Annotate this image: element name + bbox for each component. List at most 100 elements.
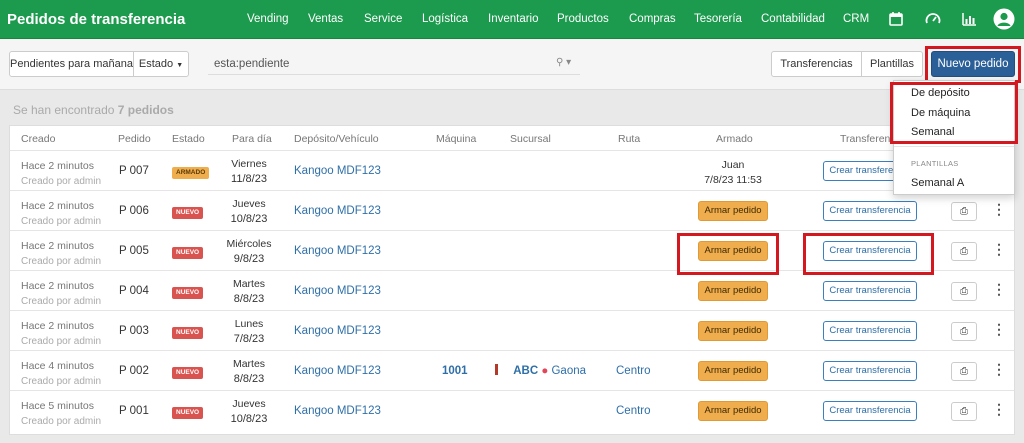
filter-pendientes-button[interactable]: Pendientes para mañana: [9, 51, 134, 77]
transferencias-button[interactable]: Transferencias: [771, 51, 862, 77]
more-options-icon[interactable]: ⋮: [992, 321, 1006, 338]
nav-item-vending[interactable]: Vending: [247, 13, 289, 25]
estado-label: Estado: [138, 58, 174, 70]
caret-down-icon: ▼: [176, 62, 184, 69]
col-header-armado[interactable]: Armado: [716, 133, 753, 145]
printer-icon: ⎙: [960, 326, 968, 337]
deposito-link[interactable]: Kangoo MDF123: [294, 325, 381, 337]
search-icon[interactable]: ⚲ ▾: [556, 57, 571, 68]
armar-pedido-button[interactable]: Armar pedido: [698, 321, 768, 341]
col-header-deposito[interactable]: Depósito/Vehículo: [294, 133, 379, 145]
print-button[interactable]: ⎙: [951, 362, 977, 381]
created-by: Creado por admin: [21, 216, 102, 227]
dia-name: Miércoles: [226, 238, 272, 250]
nav-item-ventas[interactable]: Ventas: [308, 13, 343, 25]
estado-dropdown-button[interactable]: Estado ▼: [133, 51, 189, 77]
sucursal-color-marker: [495, 364, 498, 375]
print-button[interactable]: ⎙: [951, 402, 977, 421]
ruta-link[interactable]: Centro: [616, 405, 651, 417]
more-options-icon[interactable]: ⋮: [992, 241, 1006, 258]
more-options-icon[interactable]: ⋮: [992, 361, 1006, 378]
col-header-ruta[interactable]: Ruta: [618, 133, 640, 145]
print-button[interactable]: ⎙: [951, 242, 977, 261]
crear-transferencia-button[interactable]: Crear transferencia: [823, 361, 917, 381]
table-row[interactable]: Hace 5 minutos Creado por admin P 001 NU…: [10, 390, 1014, 430]
user-avatar-icon[interactable]: [993, 8, 1015, 30]
deposito-link[interactable]: Kangoo MDF123: [294, 285, 381, 297]
created-time: Hace 2 minutos: [21, 280, 94, 292]
deposito-link[interactable]: Kangoo MDF123: [294, 245, 381, 257]
armar-pedido-button[interactable]: Armar pedido: [698, 401, 768, 421]
para-dia-cell: Jueves 10/8/23: [224, 197, 274, 227]
crear-transferencia-button[interactable]: Crear transferencia: [823, 241, 917, 261]
bar-chart-icon[interactable]: [960, 10, 978, 28]
menu-item-semanal[interactable]: Semanal: [911, 126, 954, 138]
ruta-link[interactable]: Centro: [616, 365, 651, 377]
nav-item-contabilidad[interactable]: Contabilidad: [761, 13, 825, 25]
nav-item-service[interactable]: Service: [364, 13, 402, 25]
table-row[interactable]: Hace 2 minutos Creado por admin P 006 NU…: [10, 190, 1014, 230]
plantillas-button[interactable]: Plantillas: [861, 51, 923, 77]
sucursal-cell[interactable]: ABC ● Gaona: [495, 364, 586, 377]
col-header-maquina[interactable]: Máquina: [436, 133, 476, 145]
dia-date: 10/8/23: [230, 413, 268, 425]
nav-item-productos[interactable]: Productos: [557, 13, 609, 25]
col-header-creado[interactable]: Creado: [21, 133, 55, 145]
armar-pedido-button[interactable]: Armar pedido: [698, 241, 768, 261]
menu-item-semanal-a[interactable]: Semanal A: [911, 177, 964, 189]
menu-item-de-deposito[interactable]: De depósito: [911, 87, 970, 99]
pedido-number: P 006: [119, 205, 149, 217]
nav-item-crm[interactable]: CRM: [843, 13, 869, 25]
results-count: 7 pedidos: [117, 103, 174, 117]
status-badge: NUEVO: [172, 287, 204, 299]
maquina-link[interactable]: 1001: [442, 365, 468, 377]
created-time: Hace 2 minutos: [21, 240, 94, 252]
deposito-link[interactable]: Kangoo MDF123: [294, 165, 381, 177]
calendar-icon[interactable]: [887, 10, 905, 28]
crear-transferencia-button[interactable]: Crear transferencia: [823, 401, 917, 421]
nav-item-tesoreria[interactable]: Tesorería: [694, 13, 742, 25]
created-by: Creado por admin: [21, 416, 102, 427]
table-row[interactable]: Hace 2 minutos Creado por admin P 007 AR…: [10, 150, 1014, 190]
top-navbar: Pedidos de transferencia Vending Ventas …: [0, 0, 1024, 39]
speedometer-icon[interactable]: [924, 10, 942, 28]
nuevo-pedido-button[interactable]: Nuevo pedido: [931, 51, 1015, 77]
status-badge: NUEVO: [172, 367, 204, 379]
table-row[interactable]: Hace 2 minutos Creado por admin P 005 NU…: [10, 230, 1014, 270]
print-button[interactable]: ⎙: [951, 322, 977, 341]
deposito-link[interactable]: Kangoo MDF123: [294, 405, 381, 417]
app-title[interactable]: Pedidos de transferencia: [7, 11, 185, 28]
deposito-link[interactable]: Kangoo MDF123: [294, 205, 381, 217]
col-header-estado[interactable]: Estado: [172, 133, 205, 145]
crear-transferencia-button[interactable]: Crear transferencia: [823, 201, 917, 221]
more-options-icon[interactable]: ⋮: [992, 201, 1006, 218]
col-header-para-dia[interactable]: Para día: [232, 133, 272, 145]
print-button[interactable]: ⎙: [951, 282, 977, 301]
created-by: Creado por admin: [21, 256, 102, 267]
more-options-icon[interactable]: ⋮: [992, 281, 1006, 298]
print-button[interactable]: ⎙: [951, 202, 977, 221]
created-by: Creado por admin: [21, 296, 102, 307]
col-header-sucursal[interactable]: Sucursal: [510, 133, 551, 145]
menu-item-de-maquina[interactable]: De máquina: [911, 107, 970, 119]
nav-item-logistica[interactable]: Logística: [422, 13, 468, 25]
armar-pedido-button[interactable]: Armar pedido: [698, 281, 768, 301]
table-row[interactable]: Hace 4 minutos Creado por admin P 002 NU…: [10, 350, 1014, 390]
nav-item-inventario[interactable]: Inventario: [488, 13, 539, 25]
nav-item-compras[interactable]: Compras: [629, 13, 676, 25]
armar-pedido-button[interactable]: Armar pedido: [698, 201, 768, 221]
more-options-icon[interactable]: ⋮: [992, 401, 1006, 418]
printer-icon: ⎙: [960, 206, 968, 217]
col-header-pedido[interactable]: Pedido: [118, 133, 151, 145]
armar-pedido-button[interactable]: Armar pedido: [698, 361, 768, 381]
sucursal-name: Gaona: [551, 365, 587, 377]
crear-transferencia-button[interactable]: Crear transferencia: [823, 321, 917, 341]
table-row[interactable]: Hace 2 minutos Creado por admin P 003 NU…: [10, 310, 1014, 350]
search-input[interactable]: [208, 53, 580, 75]
table-row[interactable]: Hace 2 minutos Creado por admin P 004 NU…: [10, 270, 1014, 310]
crear-transferencia-button[interactable]: Crear transferencia: [823, 281, 917, 301]
created-time: Hace 4 minutos: [21, 360, 94, 372]
dia-date: 9/8/23: [233, 253, 265, 265]
deposito-link[interactable]: Kangoo MDF123: [294, 365, 381, 377]
para-dia-cell: Martes 8/8/23: [224, 277, 274, 307]
